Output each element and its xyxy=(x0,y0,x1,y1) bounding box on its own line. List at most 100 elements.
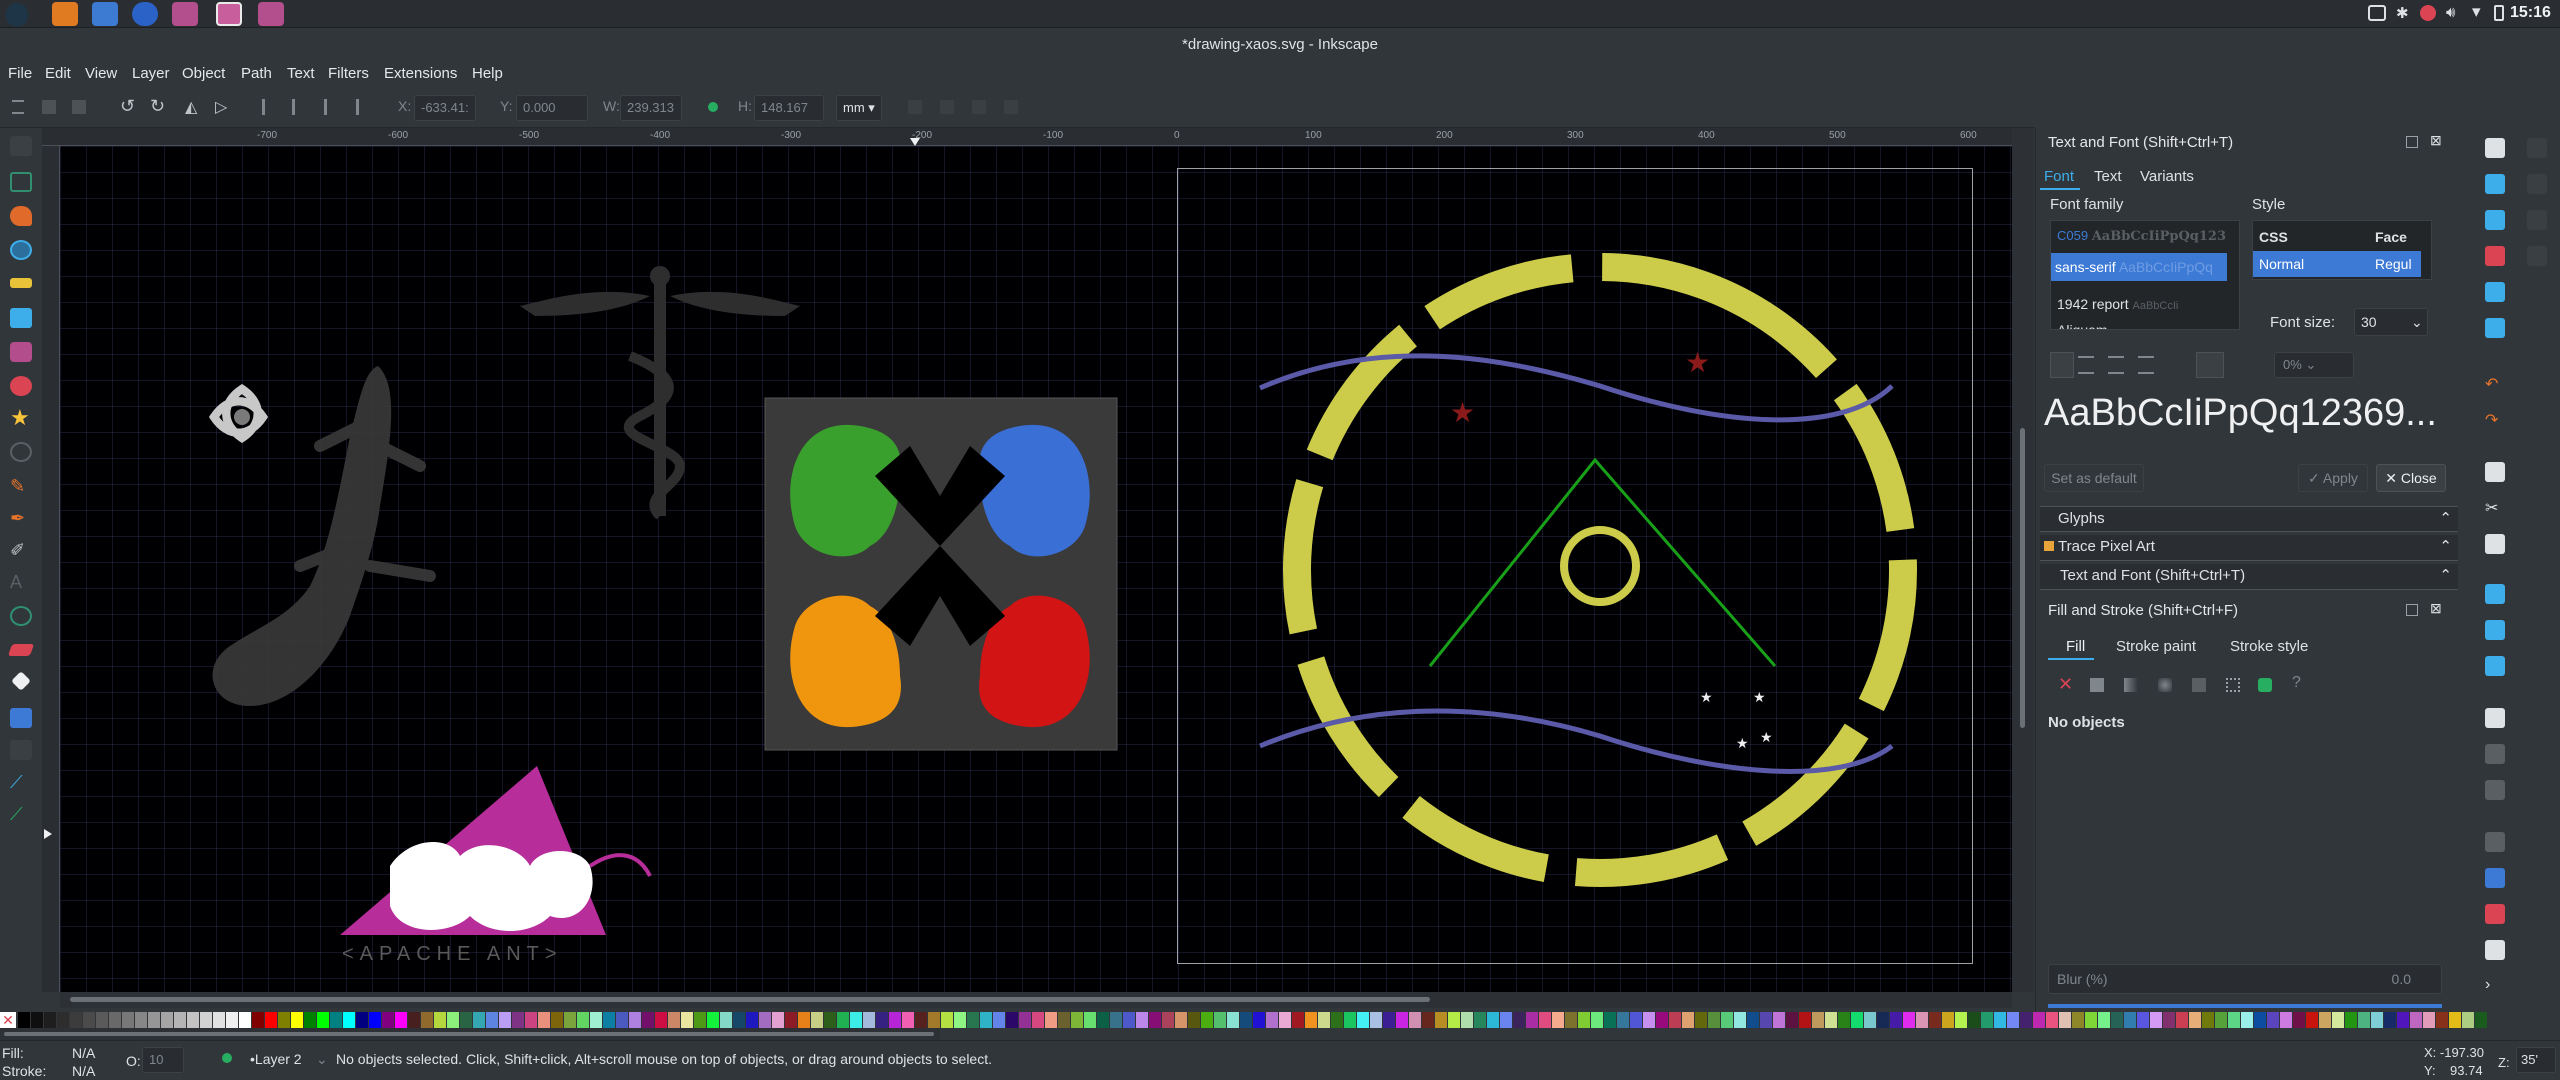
palette-swatch[interactable] xyxy=(343,1012,355,1028)
palette-swatch[interactable] xyxy=(369,1012,381,1028)
palette-swatch[interactable] xyxy=(70,1012,82,1028)
palette-swatch[interactable] xyxy=(1695,1012,1707,1028)
palette-swatch[interactable] xyxy=(2410,1012,2422,1028)
gradient-tool-icon[interactable] xyxy=(10,708,32,728)
print-icon[interactable] xyxy=(2485,246,2505,266)
palette-swatch[interactable] xyxy=(2007,1012,2019,1028)
palette-swatch[interactable] xyxy=(941,1012,953,1028)
palette-swatch[interactable] xyxy=(811,1012,823,1028)
palette-swatch[interactable] xyxy=(1864,1012,1876,1028)
palette-swatch[interactable] xyxy=(1929,1012,1941,1028)
palette-swatch[interactable] xyxy=(1773,1012,1785,1028)
palette-swatch[interactable] xyxy=(1500,1012,1512,1028)
3d-box-tool-icon[interactable] xyxy=(10,342,32,362)
palette-swatch[interactable] xyxy=(2462,1012,2474,1028)
palette-swatch[interactable] xyxy=(1461,1012,1473,1028)
file-manager-icon[interactable] xyxy=(92,2,118,26)
palette-swatch[interactable] xyxy=(1331,1012,1343,1028)
h-field[interactable]: 148.167 xyxy=(754,95,824,121)
palette-swatch[interactable] xyxy=(1474,1012,1486,1028)
palette-swatch[interactable] xyxy=(278,1012,290,1028)
palette-swatch[interactable] xyxy=(122,1012,134,1028)
palette-swatch[interactable] xyxy=(668,1012,680,1028)
palette-swatch[interactable] xyxy=(1565,1012,1577,1028)
palette-swatch[interactable] xyxy=(1071,1012,1083,1028)
new-document-icon[interactable] xyxy=(2485,138,2505,158)
palette-swatch[interactable] xyxy=(2423,1012,2435,1028)
palette-swatch[interactable] xyxy=(473,1012,485,1028)
palette-swatch[interactable] xyxy=(1747,1012,1759,1028)
palette-swatch[interactable] xyxy=(1344,1012,1356,1028)
palette-swatch[interactable] xyxy=(707,1012,719,1028)
radial-gradient-icon[interactable] xyxy=(2158,678,2172,692)
save-icon[interactable] xyxy=(2485,210,2505,230)
more-commands-icon[interactable]: › xyxy=(2485,976,2505,996)
paint-bucket-tool-icon[interactable] xyxy=(11,671,31,691)
palette-swatch[interactable] xyxy=(733,1012,745,1028)
palette-swatch[interactable] xyxy=(1019,1012,1031,1028)
dropper-tool-icon[interactable]: ⟋ xyxy=(10,772,32,792)
zoom-drawing-icon[interactable] xyxy=(2485,620,2505,640)
y-field[interactable]: 0.000 xyxy=(516,95,588,121)
palette-swatch[interactable] xyxy=(1422,1012,1434,1028)
palette-swatch[interactable] xyxy=(2046,1012,2058,1028)
palette-swatch[interactable] xyxy=(1682,1012,1694,1028)
clock[interactable]: 15:16 xyxy=(2510,4,2551,22)
palette-swatch[interactable] xyxy=(1552,1012,1564,1028)
spiral-tool-icon[interactable] xyxy=(10,442,32,462)
pattern-icon[interactable] xyxy=(2226,678,2240,692)
palette-swatch[interactable] xyxy=(2293,1012,2305,1028)
palette-swatch[interactable] xyxy=(1708,1012,1720,1028)
palette-swatch[interactable] xyxy=(1370,1012,1382,1028)
palette-swatch[interactable] xyxy=(1578,1012,1590,1028)
palette-swatch[interactable] xyxy=(1604,1012,1616,1028)
palette-swatch[interactable] xyxy=(1981,1012,1993,1028)
palette-swatch[interactable] xyxy=(2397,1012,2409,1028)
palette-swatch[interactable] xyxy=(1357,1012,1369,1028)
palette-swatch[interactable] xyxy=(2163,1012,2175,1028)
mesh-gradient-icon[interactable] xyxy=(2192,678,2206,692)
calligraphy-tool-icon[interactable]: ✐ xyxy=(10,540,32,560)
palette-swatch[interactable] xyxy=(18,1012,30,1028)
palette-swatch[interactable] xyxy=(226,1012,238,1028)
palette-swatch[interactable] xyxy=(1877,1012,1889,1028)
palette-swatch[interactable] xyxy=(1383,1012,1395,1028)
snap-bbox-icon[interactable] xyxy=(2527,174,2547,194)
layer-visibility-icon[interactable] xyxy=(222,1053,232,1063)
palette-swatch[interactable] xyxy=(2202,1012,2214,1028)
menu-file[interactable]: File xyxy=(8,62,32,86)
lower-to-bottom-icon[interactable] xyxy=(356,99,372,115)
pencil-tool-icon[interactable]: ✎ xyxy=(10,476,32,496)
palette-swatch[interactable] xyxy=(2267,1012,2279,1028)
palette-swatch[interactable] xyxy=(2111,1012,2123,1028)
star-tool-icon[interactable]: ★ xyxy=(10,407,32,429)
raise-to-top-icon[interactable] xyxy=(262,99,278,115)
palette-swatch[interactable] xyxy=(434,1012,446,1028)
palette-swatch[interactable] xyxy=(239,1012,251,1028)
palette-swatch[interactable] xyxy=(2072,1012,2084,1028)
palette-swatch[interactable] xyxy=(2124,1012,2136,1028)
palette-swatch[interactable] xyxy=(57,1012,69,1028)
battery-icon[interactable] xyxy=(2494,5,2504,21)
open-document-icon[interactable] xyxy=(2485,174,2505,194)
horizontal-scrollbar[interactable] xyxy=(60,992,2012,1008)
spray-tool-icon[interactable] xyxy=(10,606,32,626)
current-layer[interactable]: •Layer 2 xyxy=(250,1051,302,1067)
menu-filters[interactable]: Filters xyxy=(328,62,369,86)
menu-path[interactable]: Path xyxy=(241,62,272,86)
palette-swatch[interactable] xyxy=(876,1012,888,1028)
palette-swatch[interactable] xyxy=(187,1012,199,1028)
palette-swatch[interactable] xyxy=(1214,1012,1226,1028)
palette-swatch[interactable] xyxy=(1032,1012,1044,1028)
palette-swatch[interactable] xyxy=(798,1012,810,1028)
palette-swatch[interactable] xyxy=(1630,1012,1642,1028)
palette-swatch[interactable] xyxy=(2358,1012,2370,1028)
palette-swatch[interactable] xyxy=(408,1012,420,1028)
swatch-icon[interactable] xyxy=(2258,678,2272,692)
palette-swatch[interactable] xyxy=(603,1012,615,1028)
palette-swatch[interactable] xyxy=(1123,1012,1135,1028)
palette-swatch[interactable] xyxy=(1305,1012,1317,1028)
zoom-field[interactable]: 35' xyxy=(2516,1047,2556,1073)
palette-swatch[interactable] xyxy=(1825,1012,1837,1028)
duplicate-icon[interactable] xyxy=(2485,708,2505,728)
